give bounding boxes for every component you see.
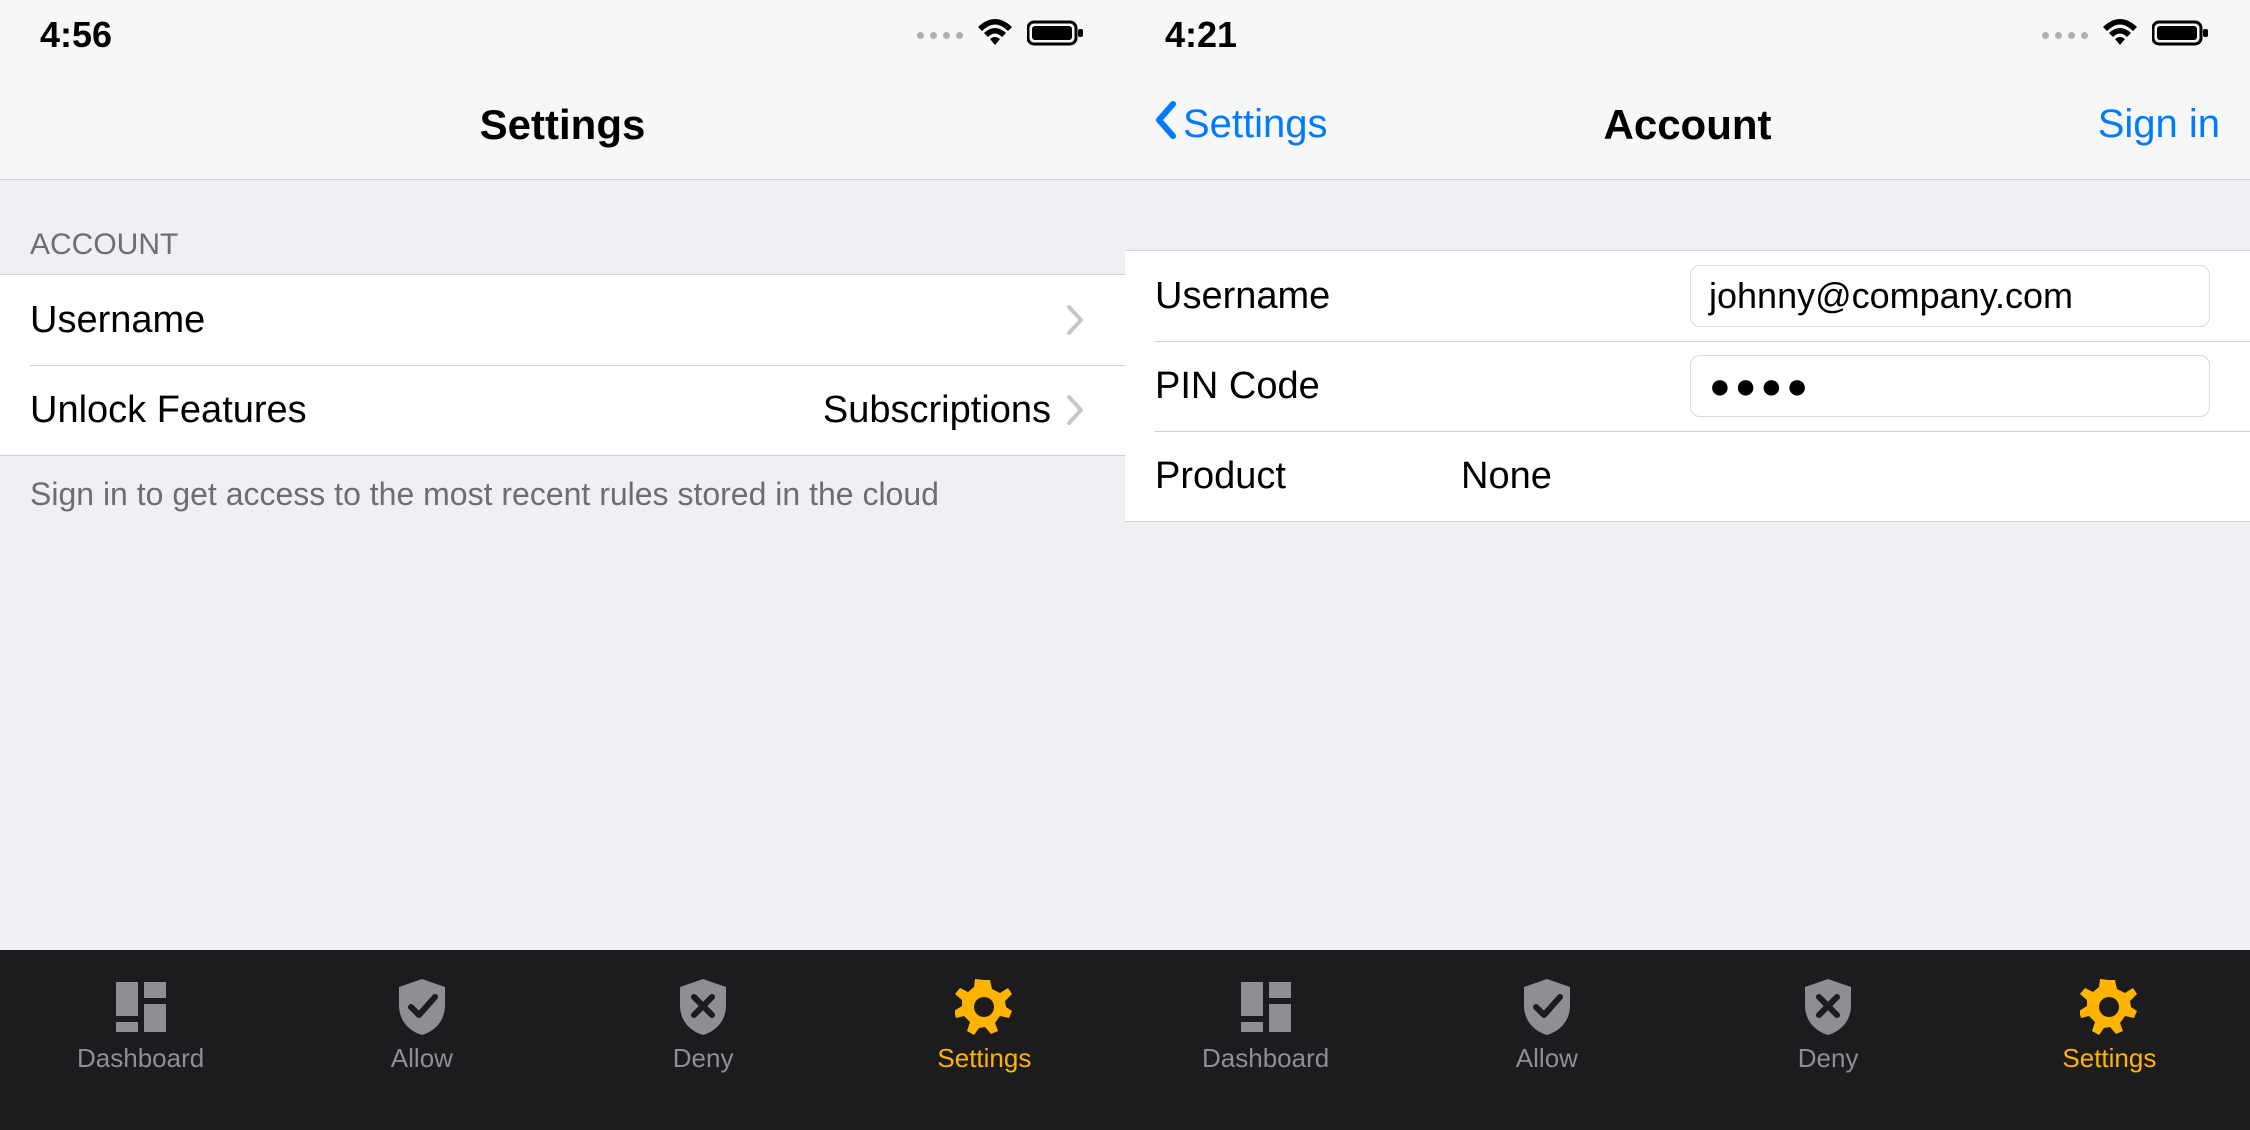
dashboard-icon — [111, 977, 171, 1037]
status-bar: 4:21 — [1125, 0, 2250, 70]
product-label: Product — [1155, 455, 1415, 498]
tab-deny[interactable]: Deny — [1728, 977, 1928, 1074]
shield-check-icon — [392, 977, 452, 1037]
nav-title: Settings — [0, 101, 1125, 149]
row-unlock-value: Subscriptions — [823, 389, 1051, 432]
shield-x-icon — [673, 977, 733, 1037]
chevron-right-icon — [1067, 305, 1085, 335]
chevron-right-icon — [1067, 395, 1085, 425]
gear-icon — [2079, 977, 2139, 1037]
shield-check-icon — [1517, 977, 1577, 1037]
settings-screen: 4:56 Settings ACCOUNT Username — [0, 0, 1125, 1130]
username-label: Username — [1155, 275, 1415, 318]
pin-label: PIN Code — [1155, 365, 1415, 408]
status-time: 4:21 — [1165, 14, 1237, 56]
tab-settings[interactable]: Settings — [2009, 977, 2209, 1074]
sign-in-button[interactable]: Sign in — [2098, 102, 2220, 147]
tab-deny[interactable]: Deny — [603, 977, 803, 1074]
account-screen: 4:21 Settings Account Sign in Username — [1125, 0, 2250, 1130]
tab-label: Deny — [1798, 1043, 1859, 1074]
back-label: Settings — [1183, 102, 1328, 147]
wifi-icon — [2102, 19, 2138, 52]
tab-allow[interactable]: Allow — [322, 977, 522, 1074]
username-field[interactable]: johnny@company.com — [1690, 265, 2210, 327]
status-right — [917, 19, 1085, 52]
shield-x-icon — [1798, 977, 1858, 1037]
product-value: None — [1461, 455, 1552, 498]
status-dots-icon — [917, 32, 963, 39]
tab-dashboard[interactable]: Dashboard — [41, 977, 241, 1074]
back-button[interactable]: Settings — [1155, 101, 1328, 149]
tab-label: Dashboard — [1202, 1043, 1329, 1074]
status-time: 4:56 — [40, 14, 112, 56]
tab-label: Settings — [2062, 1043, 2156, 1074]
dashboard-icon — [1236, 977, 1296, 1037]
tab-label: Settings — [937, 1043, 1031, 1074]
row-unlock-features[interactable]: Unlock Features Subscriptions — [0, 365, 1125, 455]
status-bar: 4:56 — [0, 0, 1125, 70]
row-pin: PIN Code ●●●● — [1125, 341, 2250, 431]
status-dots-icon — [2042, 32, 2088, 39]
row-product: Product None — [1125, 431, 2250, 521]
tab-label: Dashboard — [77, 1043, 204, 1074]
tab-label: Deny — [673, 1043, 734, 1074]
row-unlock-label: Unlock Features — [30, 389, 307, 432]
battery-icon — [1027, 19, 1085, 52]
nav-bar: Settings — [0, 70, 1125, 180]
section-header-account: ACCOUNT — [0, 180, 1125, 274]
tab-label: Allow — [1516, 1043, 1578, 1074]
row-username: Username johnny@company.com — [1125, 251, 2250, 341]
battery-icon — [2152, 19, 2210, 52]
chevron-left-icon — [1155, 101, 1177, 149]
settings-table: Username Unlock Features Subscriptions — [0, 274, 1125, 456]
content: ACCOUNT Username Unlock Features Subscri… — [0, 180, 1125, 950]
tab-settings[interactable]: Settings — [884, 977, 1084, 1074]
tab-bar: Dashboard Allow Deny Settings — [0, 950, 1125, 1130]
tab-bar: Dashboard Allow Deny Settings — [1125, 950, 2250, 1130]
nav-bar: Settings Account Sign in — [1125, 70, 2250, 180]
row-username[interactable]: Username — [0, 275, 1125, 365]
content: Username johnny@company.com PIN Code ●●●… — [1125, 180, 2250, 950]
tab-allow[interactable]: Allow — [1447, 977, 1647, 1074]
section-footer: Sign in to get access to the most recent… — [0, 456, 1125, 533]
account-table: Username johnny@company.com PIN Code ●●●… — [1125, 250, 2250, 522]
status-right — [2042, 19, 2210, 52]
tab-dashboard[interactable]: Dashboard — [1166, 977, 1366, 1074]
row-username-label: Username — [30, 299, 205, 342]
tab-label: Allow — [391, 1043, 453, 1074]
wifi-icon — [977, 19, 1013, 52]
gear-icon — [954, 977, 1014, 1037]
pin-field[interactable]: ●●●● — [1690, 355, 2210, 417]
